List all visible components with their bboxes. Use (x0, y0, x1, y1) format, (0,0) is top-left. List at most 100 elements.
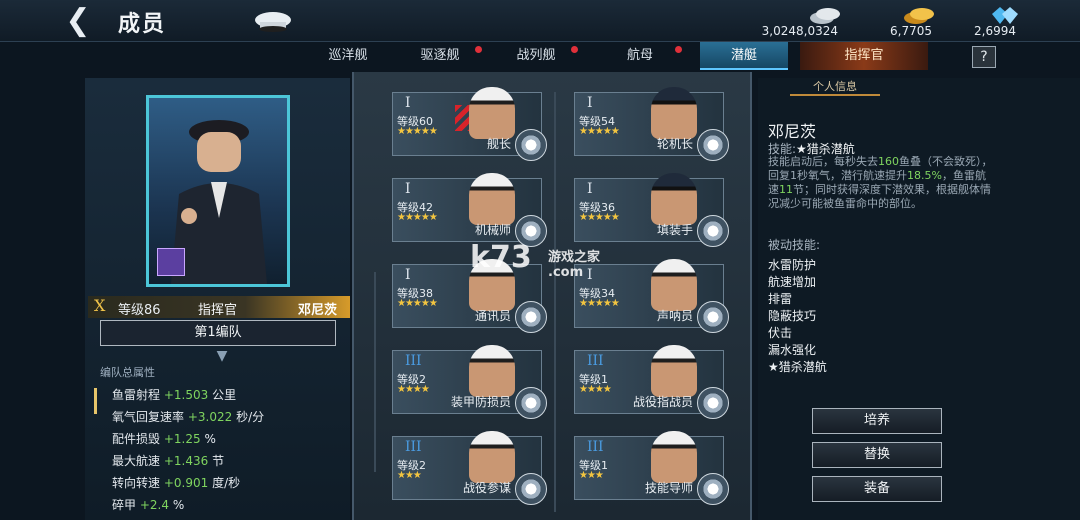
crew-stars: ★★★★★ (397, 126, 438, 137)
crew-card-campaign-staff[interactable]: III 等级2 ★★★ 战役参谋 (392, 431, 547, 505)
passive-skill: 航速增加 (768, 275, 817, 289)
commander-role: 指挥官 (198, 303, 238, 318)
passive-skills-list: 水雷防护 航速增加 排雷 隐蔽技巧 伏击 漏水强化 ★猎杀潜航 (768, 256, 827, 375)
crew-rank: III (405, 439, 422, 455)
tab-commander[interactable]: 指挥官 (800, 42, 928, 70)
train-button[interactable]: 培养 (812, 408, 942, 434)
passive-skill: 排雷 (768, 292, 793, 306)
crew-rank: III (587, 439, 604, 455)
officer-cap-icon (255, 12, 291, 32)
passive-skill: 隐蔽技巧 (768, 309, 817, 323)
tab-label: 驱逐舰 (420, 48, 460, 63)
watermark-sub: 游戏之家 .com (548, 250, 601, 280)
crew-rank: III (405, 353, 422, 369)
flag-command-icon (697, 387, 729, 419)
commander-rank: X (94, 296, 106, 315)
resource-silver[interactable]: 3,0248,0324 (752, 2, 852, 40)
crew-rank: I (405, 95, 411, 111)
crew-card-skill-mentor[interactable]: III 等级1 ★★★ 技能导师 (574, 431, 729, 505)
silver-value: 3,0248,0324 (761, 24, 838, 38)
tab-battleship[interactable]: 战列舰 (488, 42, 584, 70)
stat-unit: 公里 (212, 388, 237, 402)
stat-row: 转向转速 +0.901 度/秒 (112, 474, 352, 496)
commander-level: 等级86 (118, 303, 161, 318)
crew-stars: ★★★★★ (579, 126, 620, 137)
commander-portrait[interactable] (146, 95, 290, 287)
stat-unit: 度/秒 (212, 476, 241, 490)
silver-coins-icon (810, 8, 840, 24)
crew-grid: I 等级60 ★★★★★ 舰长 I 等级54 ★★★★★ 轮机长 I 等级42 … (352, 72, 752, 520)
ship-type-tabs: 巡洋舰 驱逐舰 战列舰 航母 潜艇 指挥官 (300, 42, 1000, 72)
crew-stars: ★★★★★ (397, 212, 438, 223)
commander-info-bar: X 等级86 指挥官 邓尼茨 (88, 296, 350, 318)
commander-name: 邓尼茨 (298, 303, 338, 318)
crew-stars: ★★★★★ (397, 298, 438, 309)
crew-role: 战役指战员 (632, 395, 693, 409)
crew-card-armor-repair[interactable]: III 等级2 ★★★★ 装甲防损员 (392, 345, 547, 419)
tab-destroyer[interactable]: 驱逐舰 (392, 42, 488, 70)
crew-card-campaign-commander[interactable]: III 等级1 ★★★★ 战役指战员 (574, 345, 729, 419)
tab-personal-info[interactable]: 个人信息 (790, 78, 880, 96)
tab-label: 航母 (626, 48, 653, 63)
notification-dot (675, 46, 682, 53)
fleet-select-button[interactable]: 第1编队 (100, 320, 336, 346)
sonar-icon (697, 301, 729, 333)
stat-value: +2.4 (139, 498, 169, 512)
notification-dot (475, 46, 482, 53)
stat-label: 最大航速 (112, 454, 161, 468)
passive-skills-title: 被动技能: (768, 238, 821, 252)
replace-button[interactable]: 替换 (812, 442, 942, 468)
notification-dot (571, 46, 578, 53)
diamond-value: 2,6994 (974, 24, 1016, 38)
diamond-icon (992, 7, 1018, 24)
crew-stars: ★★★★ (579, 384, 612, 395)
stat-unit: % (172, 498, 185, 512)
watermark: k73 游戏之家 .com (470, 240, 600, 280)
passive-skill: 水雷防护 (768, 258, 817, 272)
stats-title: 编队总属性 (100, 366, 155, 379)
crew-card-chief-engineer[interactable]: I 等级54 ★★★★★ 轮机长 (574, 87, 729, 161)
stat-indicator (94, 388, 97, 414)
crew-portrait (651, 259, 697, 311)
crew-card-captain[interactable]: I 等级60 ★★★★★ 舰长 (392, 87, 547, 161)
crew-portrait (651, 87, 697, 139)
detail-name: 邓尼茨 (768, 122, 817, 141)
crew-card-mechanic[interactable]: I 等级42 ★★★★★ 机械师 (392, 173, 547, 247)
stat-unit: % (204, 432, 216, 446)
crew-role: 轮机长 (656, 137, 693, 151)
crew-rank: I (405, 267, 411, 283)
passive-skill: 漏水强化 (768, 343, 817, 357)
crew-portrait (651, 345, 697, 397)
crew-portrait (469, 345, 515, 397)
stat-row: 鱼雷射程 +1.503 公里 (112, 386, 352, 408)
stat-unit: 秒/分 (236, 410, 265, 424)
stat-value: +1.503 (163, 388, 209, 402)
help-button[interactable]: ? (972, 46, 996, 68)
stat-value: +1.436 (163, 454, 209, 468)
skill-description: 技能启动后，每秒失去160鱼叠（不会致死），回复1秒氧气，潜行航速提升18.5%… (768, 155, 993, 210)
stat-row: 氧气回复速率 +3.022 秒/分 (112, 408, 352, 430)
tab-label: 潜艇 (730, 48, 757, 63)
stat-unit: 节 (212, 454, 225, 468)
top-bar: ❮ 成员 3,0248,0324 6,7705 2,6994 (0, 0, 1080, 42)
map-icon (515, 473, 547, 505)
watermark-main: k73 (470, 240, 532, 275)
tab-cruiser[interactable]: 巡洋舰 (300, 42, 396, 70)
crew-role: 技能导师 (644, 481, 693, 495)
page-title: 成员 (118, 12, 167, 37)
equip-button[interactable]: 装备 (812, 476, 942, 502)
shell-icon (697, 215, 729, 247)
resource-diamond[interactable]: 2,6994 (930, 2, 1030, 40)
crew-card-loader[interactable]: I 等级36 ★★★★★ 填装手 (574, 173, 729, 247)
unit-badge-icon (157, 248, 185, 276)
helm-wheel-icon (515, 129, 547, 161)
fleet-stats: 鱼雷射程 +1.503 公里 氧气回复速率 +3.022 秒/分 配件损毁 +1… (112, 386, 352, 518)
gear-icon (697, 473, 729, 505)
connector-line (374, 272, 376, 472)
crew-portrait (469, 431, 515, 483)
back-button[interactable]: ❮ (60, 6, 96, 36)
tab-submarine[interactable]: 潜艇 (700, 42, 788, 70)
crew-rank: I (587, 95, 593, 111)
chevron-down-icon[interactable]: ▼ (208, 348, 236, 364)
tab-carrier[interactable]: 航母 (592, 42, 688, 70)
